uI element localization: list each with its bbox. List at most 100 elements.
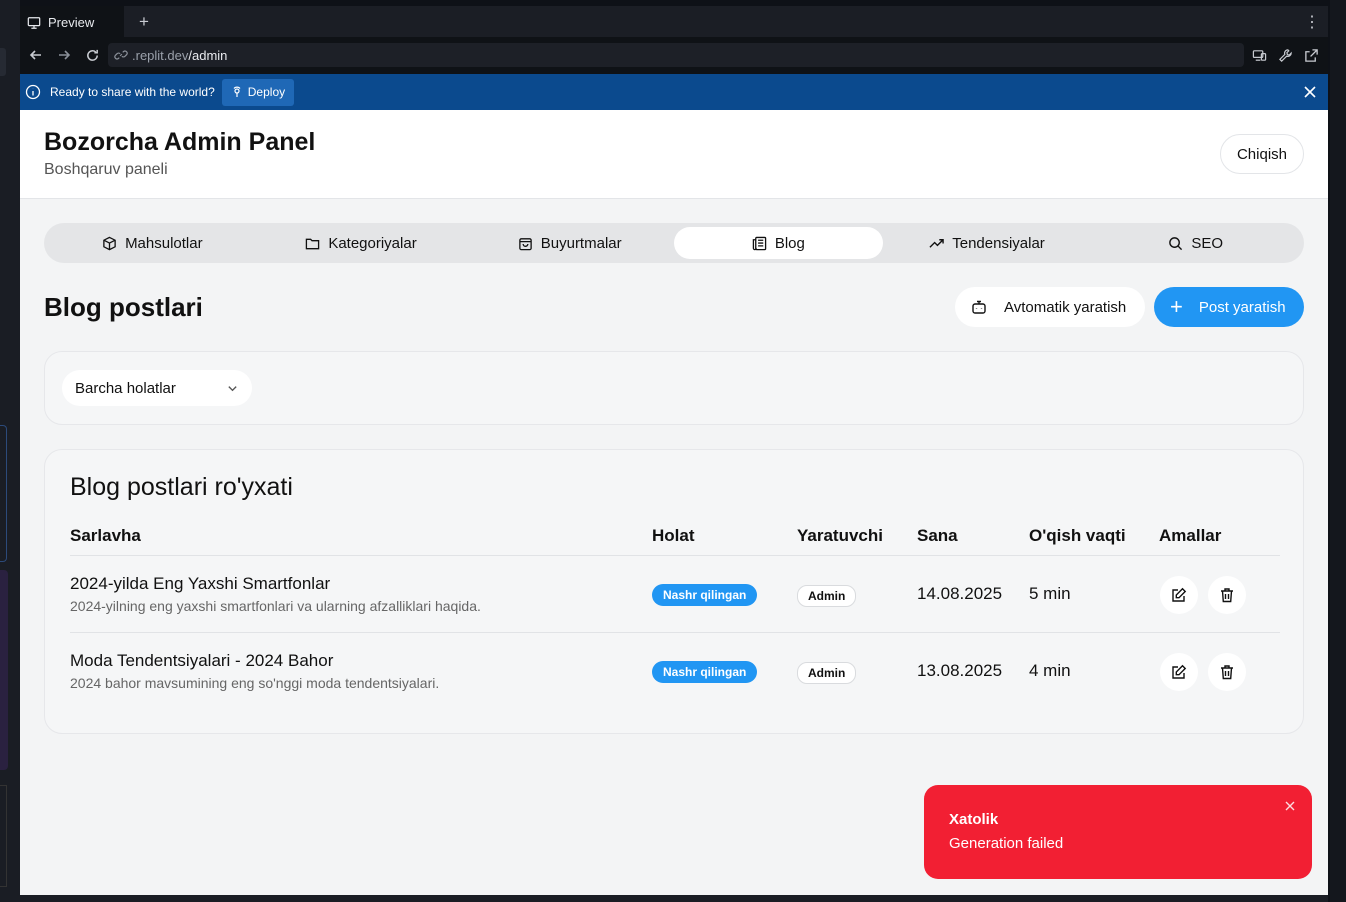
- editor-left-panel: [0, 0, 20, 902]
- page-title: Bozorcha Admin Panel: [44, 128, 316, 156]
- divider: [70, 555, 1280, 556]
- external-link-icon: [1304, 48, 1318, 62]
- window-bottom-edge: [20, 895, 1328, 902]
- tab-categories[interactable]: Kategoriyalar: [257, 227, 466, 259]
- url-host: .replit.dev: [132, 47, 189, 63]
- blog-list-card: Blog postlari ro'yxati Sarlavha Holat Ya…: [44, 449, 1304, 734]
- panel-marker: [0, 48, 6, 76]
- page-subtitle: Boshqaruv paneli: [44, 161, 168, 178]
- devtools-button[interactable]: [1276, 46, 1294, 64]
- close-icon[interactable]: [1302, 84, 1318, 100]
- create-post-button[interactable]: + Post yaratish: [1154, 287, 1304, 327]
- back-button[interactable]: [27, 46, 45, 64]
- editor-right-panel: [1330, 0, 1346, 902]
- tab-trends[interactable]: Tendensiyalar: [883, 227, 1092, 259]
- link-icon: [114, 50, 128, 60]
- auto-generate-button[interactable]: Avtomatik yaratish: [955, 287, 1145, 327]
- tab-label: Mahsulotlar: [125, 234, 203, 252]
- delete-button[interactable]: [1208, 653, 1246, 691]
- status-filter-select[interactable]: Barcha holatlar: [62, 370, 252, 406]
- read-time: 4 min: [1029, 661, 1071, 680]
- trash-icon: [1221, 588, 1233, 603]
- admin-app: Bozorcha Admin Panel Boshqaruv paneli Ch…: [20, 110, 1328, 895]
- more-menu-button[interactable]: ⋮: [1304, 6, 1320, 37]
- deploy-icon: [233, 86, 241, 97]
- tab-label: SEO: [1191, 234, 1224, 252]
- url-input[interactable]: .replit.dev/admin: [108, 43, 1244, 67]
- section-title: Blog postlari: [44, 292, 203, 322]
- logout-button[interactable]: Chiqish: [1219, 134, 1304, 174]
- status-badge: Nashr qilingan: [652, 584, 758, 606]
- plus-icon: +: [1170, 294, 1183, 319]
- edit-button[interactable]: [1160, 653, 1198, 691]
- post-date: 13.08.2025: [917, 661, 1003, 680]
- folder-icon: [306, 238, 320, 249]
- address-bar: .replit.dev/admin: [20, 37, 1328, 74]
- chevron-down-icon: [228, 386, 237, 392]
- column-header: Sarlavha: [70, 526, 141, 545]
- deploy-label: Deploy: [247, 85, 286, 99]
- trending-up-icon: [929, 238, 944, 248]
- create-post-label: Post yaratish: [1198, 298, 1286, 316]
- list-title: Blog postlari ro'yxati: [70, 473, 293, 501]
- post-description: 2024-yilning eng yaxshi smartfonlari va …: [70, 598, 481, 614]
- error-toast: Xatolik Generation failed: [924, 785, 1312, 879]
- panel-marker: [0, 425, 7, 562]
- wrench-icon: [1278, 48, 1292, 62]
- reload-icon: [86, 49, 98, 61]
- status-badge: Nashr qilingan: [652, 661, 758, 683]
- devices-icon: [1252, 49, 1266, 61]
- tab-label: Blog: [774, 234, 805, 252]
- tab-orders[interactable]: Buyurtmalar: [465, 227, 674, 259]
- delete-button[interactable]: [1208, 576, 1246, 614]
- forward-button[interactable]: [55, 46, 73, 64]
- toast-message: Generation failed: [949, 835, 1064, 852]
- post-description: 2024 bahor mavsumining eng so'nggi moda …: [70, 675, 440, 691]
- arrow-right-icon: [59, 50, 71, 60]
- panel-marker: [0, 570, 8, 770]
- newspaper-icon: [752, 236, 767, 250]
- tab-products[interactable]: Mahsulotlar: [48, 227, 257, 259]
- edit-button[interactable]: [1160, 576, 1198, 614]
- post-title[interactable]: Moda Tendentsiyalari - 2024 Bahor: [70, 651, 333, 671]
- tab-seo[interactable]: SEO: [1091, 227, 1300, 259]
- column-header: O'qish vaqti: [1029, 526, 1126, 545]
- deploy-button[interactable]: Deploy: [221, 78, 295, 106]
- preview-tab[interactable]: Preview: [20, 6, 124, 37]
- box-icon: [103, 236, 116, 250]
- url-path: /admin: [188, 47, 228, 63]
- toast-title: Xatolik: [949, 811, 999, 828]
- preview-tab-label: Preview: [48, 15, 95, 30]
- tab-label: Kategoriyalar: [328, 234, 417, 252]
- open-new-window-button[interactable]: [1302, 46, 1320, 64]
- new-tab-button[interactable]: +: [132, 6, 156, 37]
- panel-marker: [0, 785, 7, 887]
- column-header: Holat: [652, 526, 695, 545]
- column-header: Amallar: [1159, 526, 1222, 545]
- tab-blog[interactable]: Blog: [674, 227, 883, 259]
- post-date: 14.08.2025: [917, 584, 1003, 603]
- trash-icon: [1221, 665, 1233, 680]
- bot-icon: [972, 300, 986, 314]
- column-header: Yaratuvchi: [797, 526, 883, 545]
- edit-icon: [1172, 664, 1187, 679]
- post-title[interactable]: 2024-yilda Eng Yaxshi Smartfonlar: [70, 574, 330, 594]
- auto-generate-label: Avtomatik yaratish: [1004, 298, 1127, 316]
- arrow-left-icon: [29, 50, 41, 60]
- shopping-bag-icon: [518, 237, 532, 250]
- divider: [70, 632, 1280, 633]
- author-badge: Admin: [797, 585, 857, 607]
- devices-button[interactable]: [1250, 46, 1268, 64]
- admin-tabs: Mahsulotlar Kategoriyalar Buyurtmalar Bl…: [44, 223, 1304, 263]
- deploy-banner: Ready to share with the world? Deploy: [20, 74, 1328, 110]
- read-time: 5 min: [1029, 584, 1071, 603]
- author-badge: Admin: [797, 662, 857, 684]
- status-filter-value: Barcha holatlar: [75, 379, 176, 397]
- tab-label: Tendensiyalar: [952, 234, 1045, 252]
- close-icon[interactable]: [1283, 799, 1297, 813]
- url-tools: [1250, 46, 1320, 64]
- search-icon: [1169, 236, 1183, 250]
- reload-button[interactable]: [83, 46, 101, 64]
- banner-text: Ready to share with the world?: [50, 85, 215, 99]
- app-header: Bozorcha Admin Panel Boshqaruv paneli Ch…: [20, 110, 1328, 199]
